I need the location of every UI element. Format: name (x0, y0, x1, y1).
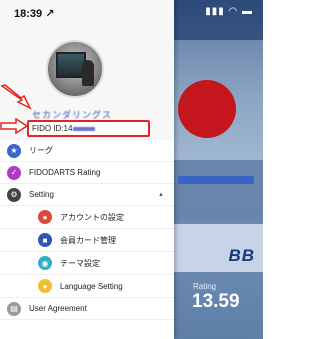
document-icon: ▤ (7, 301, 21, 316)
name-band (170, 160, 263, 210)
star-icon: ★ (7, 143, 21, 158)
fido-id-text: FIDO ID:14 (32, 124, 73, 133)
avatar-person (82, 60, 94, 86)
status-icons: ▮▮▮ ◠ ▬ (205, 6, 253, 17)
status-time: 18:39 ↗ (14, 8, 55, 20)
avatar[interactable] (46, 40, 104, 98)
menu-item-account-settings[interactable]: ● アカウントの設定 (0, 206, 174, 229)
menu-item-label: Language Setting (60, 281, 123, 291)
rating-label: Rating (193, 282, 217, 291)
account-icon: ● (38, 210, 52, 224)
drawer-header: 18:39 ↗ セカンダリングス FIDO ID:14 (0, 0, 174, 140)
fido-id-redacted (73, 126, 96, 131)
menu-item-label: テーマ設定 (60, 258, 100, 268)
menu-item-label: FIDODARTS Rating (29, 168, 101, 177)
language-icon: ● (38, 279, 52, 293)
flag-sun-icon (178, 80, 236, 138)
menu-item-label: Setting (29, 190, 54, 199)
menu-item-language-setting[interactable]: ● Language Setting (0, 275, 174, 298)
annotation-arrow-icon (0, 118, 28, 134)
card-icon: ■ (38, 233, 52, 247)
menu-item-member-card[interactable]: ■ 会員カード管理 (0, 229, 174, 252)
navigation-drawer: 18:39 ↗ セカンダリングス FIDO ID:14 ★ リーグ ✓ FIDO… (0, 0, 174, 339)
rating-value: 13.59 (192, 291, 240, 312)
fido-id-box: FIDO ID:14 (27, 120, 150, 137)
menu-item-theme-settings[interactable]: ◉ テーマ設定 (0, 252, 174, 275)
menu-item-label: アカウントの設定 (60, 212, 124, 222)
menu-item-setting[interactable]: ⚙ Setting ▲ (0, 184, 174, 206)
menu-item-label: リーグ (29, 146, 53, 155)
drawer-menu: ★ リーグ ✓ FIDODARTS Rating ⚙ Setting ▲ ● ア… (0, 140, 174, 320)
annotation-arrow-icon (0, 84, 32, 110)
menu-item-label: 会員カード管理 (60, 235, 116, 245)
menu-item-league[interactable]: ★ リーグ (0, 140, 174, 162)
rating-icon: ✓ (7, 165, 21, 180)
chevron-up-icon: ▲ (158, 191, 164, 198)
menu-item-user-agreement[interactable]: ▤ User Agreement (0, 298, 174, 320)
theme-icon: ◉ (38, 256, 52, 270)
menu-item-label: User Agreement (29, 304, 87, 313)
class-badge: BB (228, 246, 255, 265)
blurred-name-field (178, 176, 254, 184)
gear-icon: ⚙ (7, 187, 21, 202)
user-name: セカンダリングス (32, 110, 113, 120)
menu-item-fidodarts-rating[interactable]: ✓ FIDODARTS Rating (0, 162, 174, 184)
